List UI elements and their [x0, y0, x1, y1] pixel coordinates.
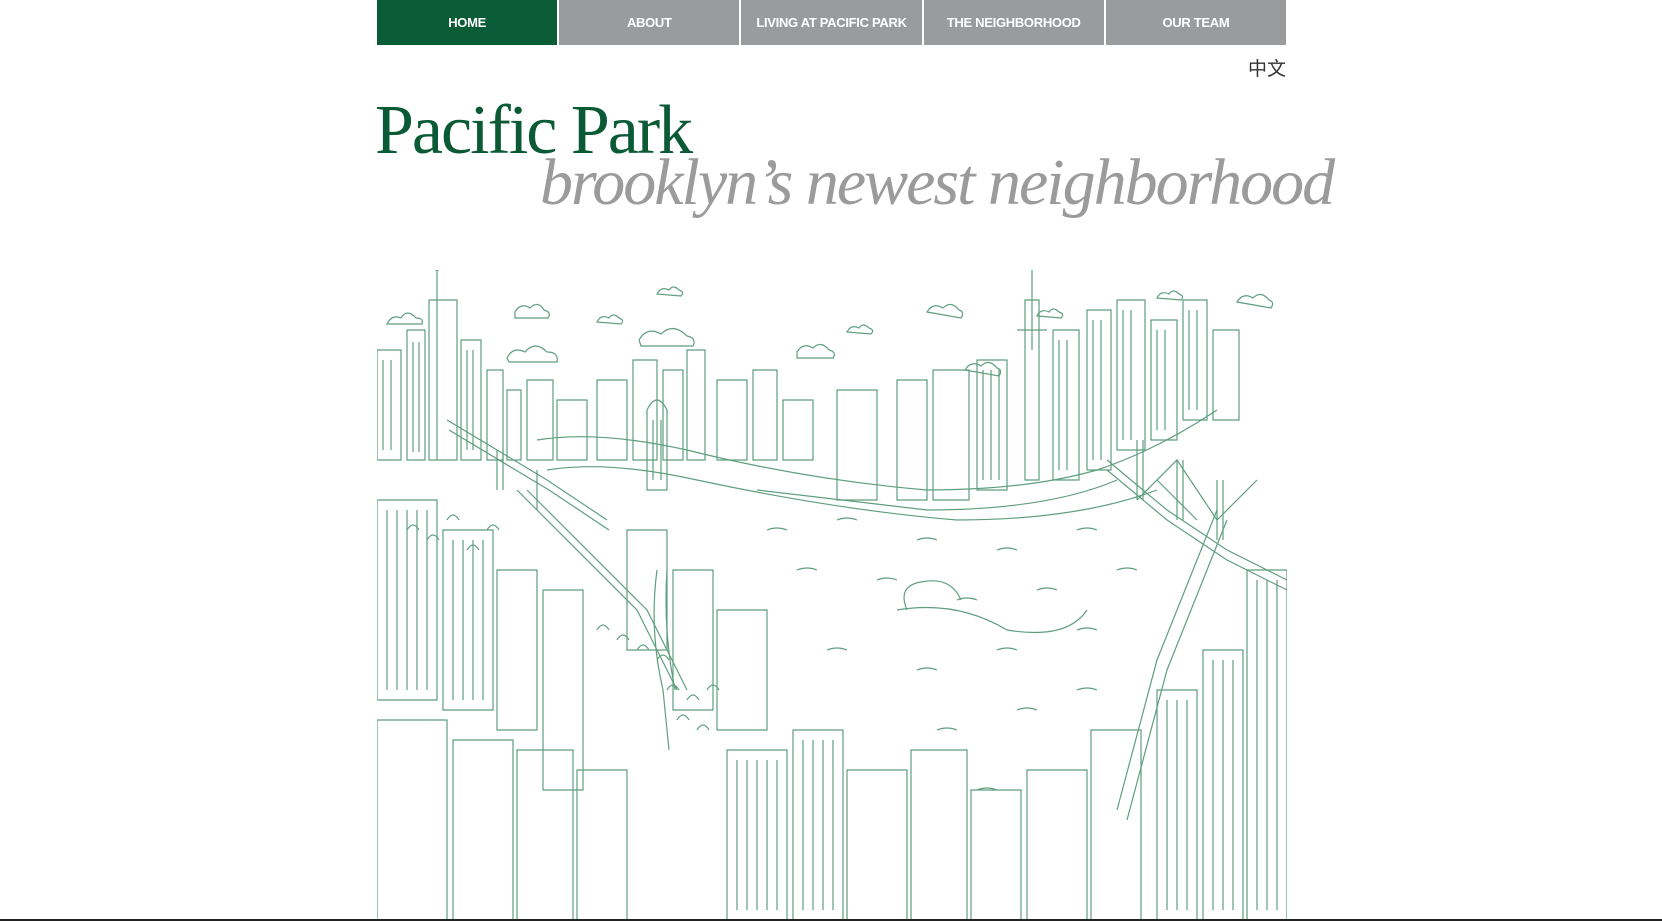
nav-the-neighborhood[interactable]: THE NEIGHBORHOOD [923, 0, 1104, 45]
waterfront-buildings [526, 349, 814, 461]
giant-figure-climber [646, 399, 676, 751]
main-nav: HOME ABOUT LIVING AT PACIFIC PARK THE NE… [377, 0, 1287, 45]
nav-about[interactable]: ABOUT [559, 0, 740, 45]
manhattan-skyline-left [377, 270, 522, 461]
nav-our-team[interactable]: OUR TEAM [1105, 0, 1287, 45]
nav-living-at-pacific-park[interactable]: LIVING AT PACIFIC PARK [741, 0, 922, 45]
park-trees [406, 514, 720, 731]
language-switch-link[interactable]: 中文 [1230, 54, 1286, 81]
brooklyn-foreground-buildings [377, 499, 1287, 921]
nav-home[interactable]: HOME [377, 0, 558, 45]
city-illustration [377, 270, 1287, 921]
midtown-skyline [836, 270, 1240, 501]
brand-tagline: brooklyn’s newest neighborhood [540, 146, 1335, 219]
